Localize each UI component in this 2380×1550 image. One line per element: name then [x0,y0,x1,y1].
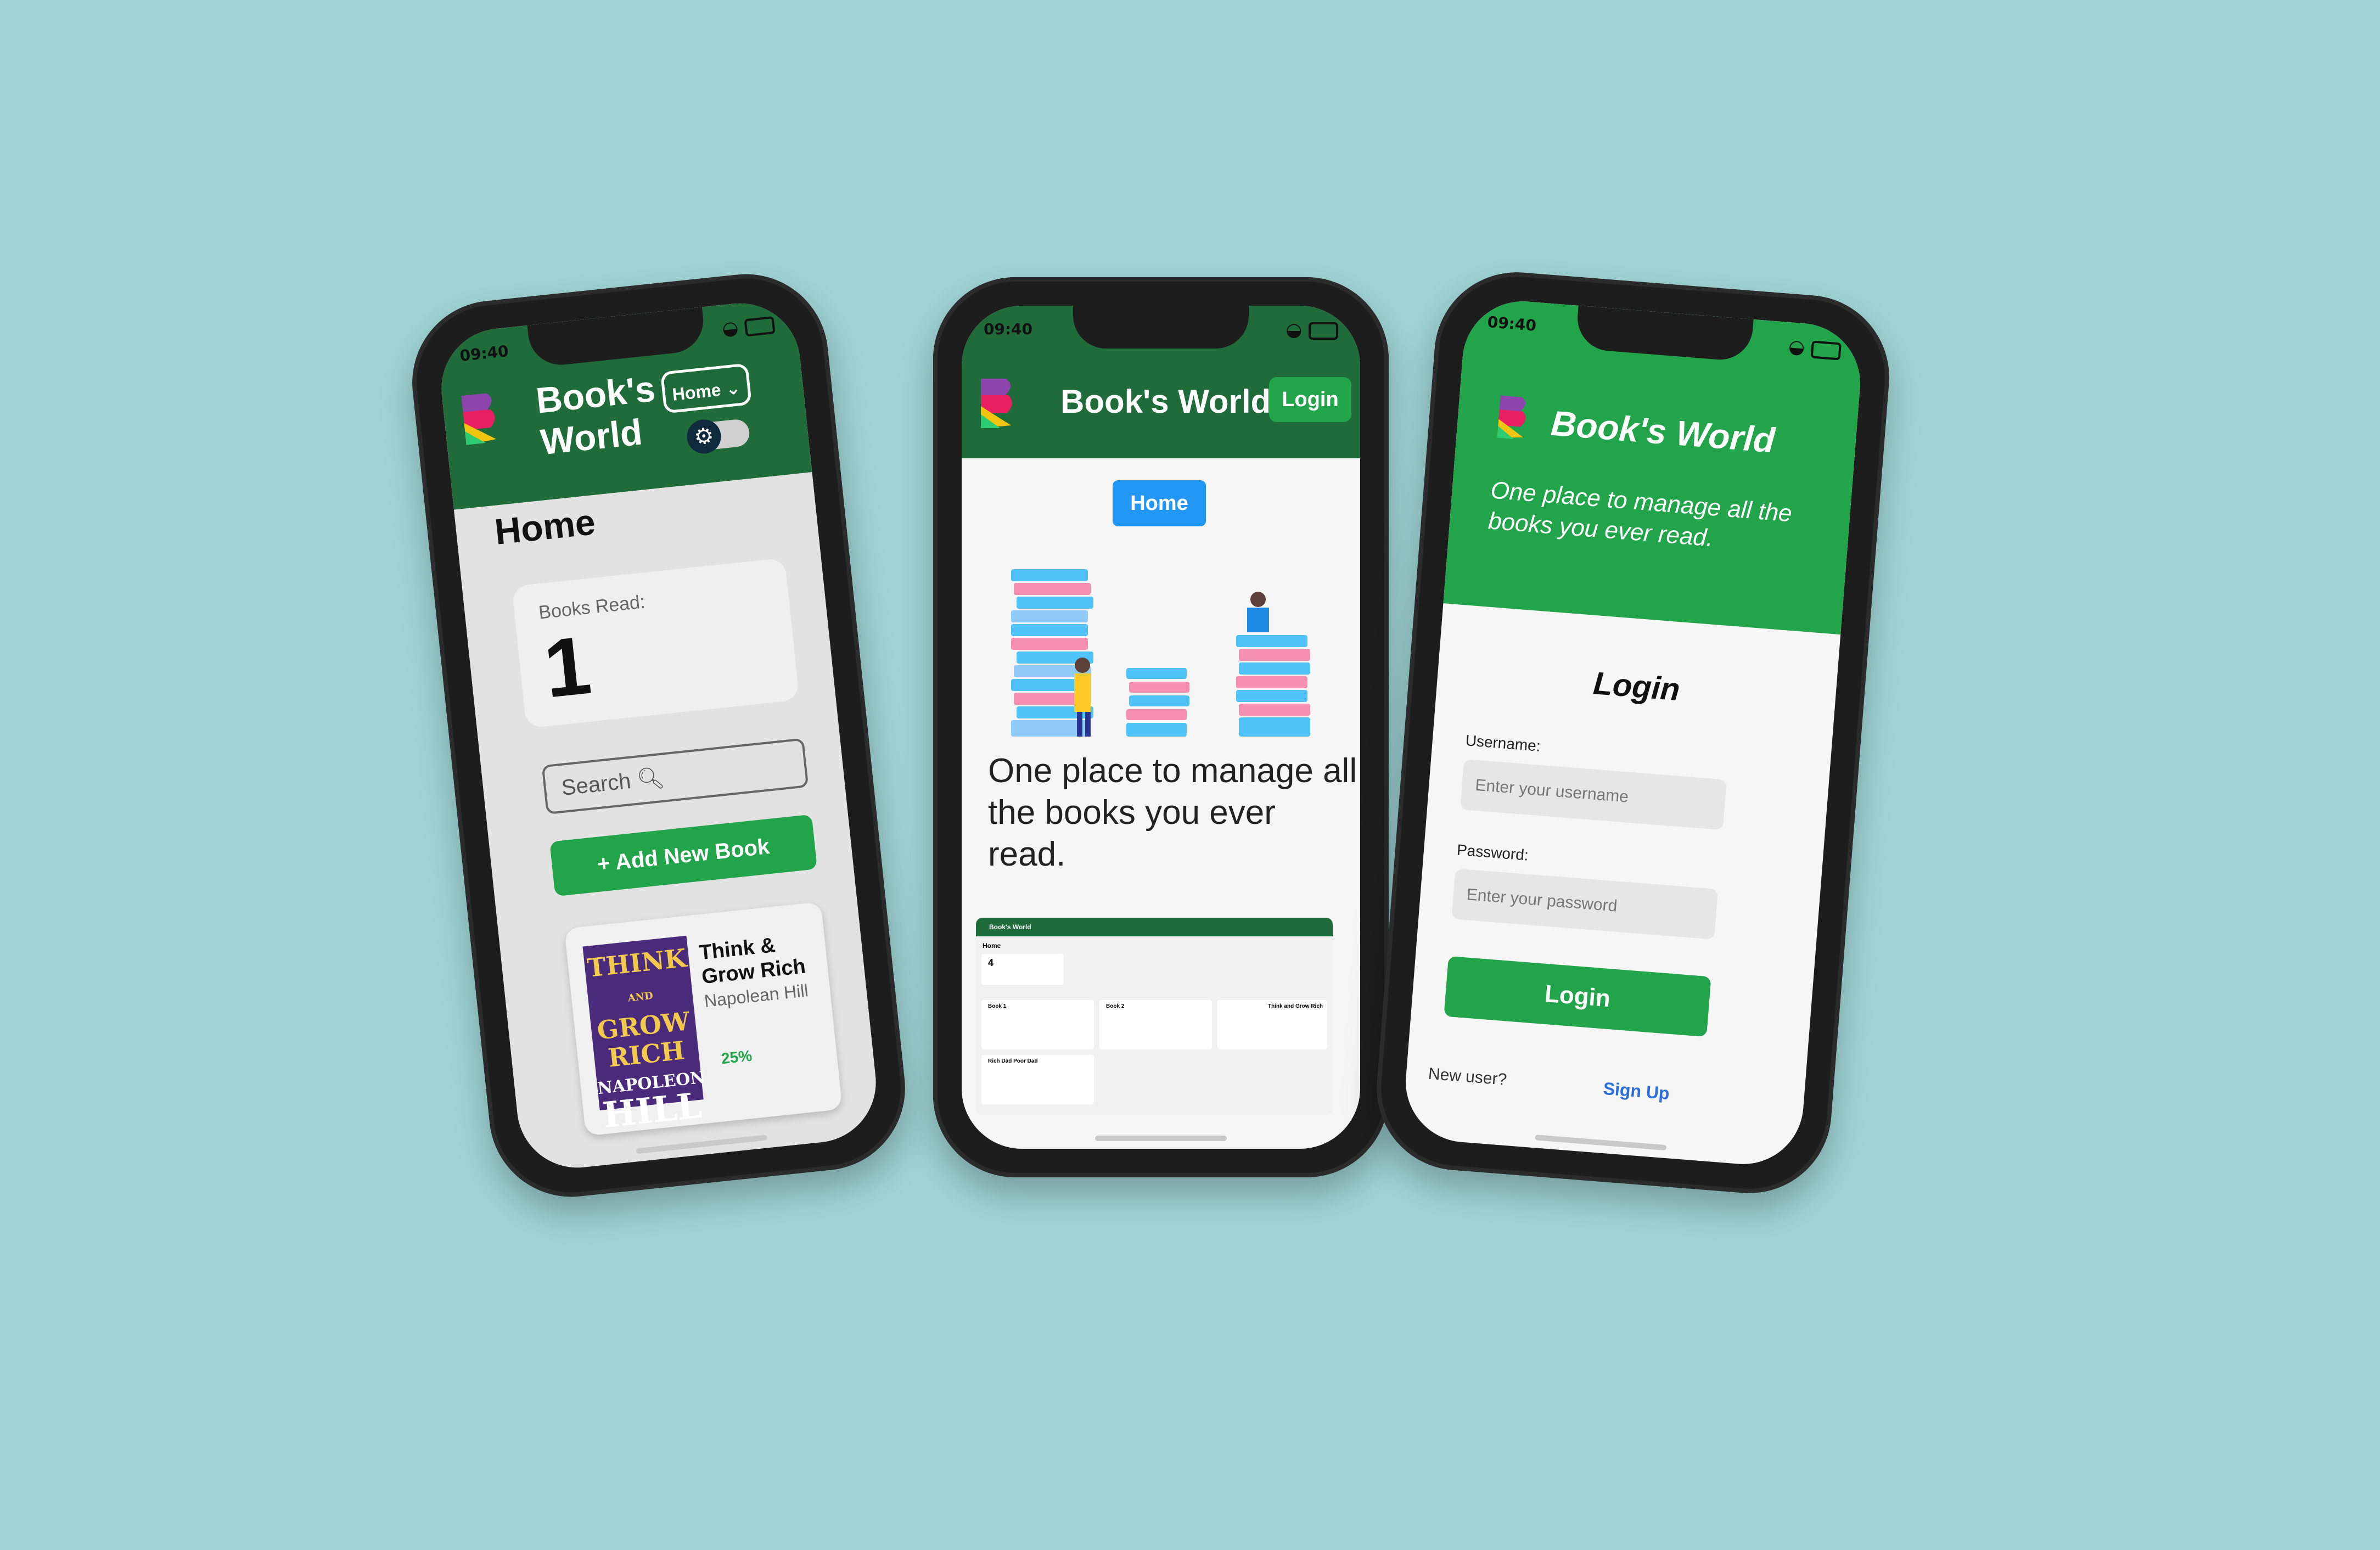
landing-tagline: One place to manage all the books you ev… [988,752,1357,873]
password-input[interactable]: Enter your password [1451,868,1719,940]
header-login-button[interactable]: Login [1269,377,1351,422]
login-button[interactable]: Login [1444,956,1711,1037]
home-indicator [1095,1136,1227,1141]
chevron-down-icon: ⌄ [725,378,742,399]
preview-count: 4 [981,954,1064,985]
section-heading: Get detailed analysis [987,1143,1303,1149]
username-label: Username: [1464,732,1541,755]
nav-dropdown-label: Home [671,379,722,405]
cover-line-1: THINK [586,943,688,983]
sign-up-link[interactable]: Sign Up [1603,1079,1670,1104]
battery-icon [1309,322,1338,340]
books-world-logo-icon [461,393,496,445]
status-time: 09:40 [459,341,510,365]
dashboard-preview-image: Book's World Home 4 Book 1 Book 2 Think … [976,918,1333,1115]
status-time: 09:40 [984,320,1033,338]
password-label: Password: [1456,841,1529,864]
login-form-title: Login [1592,665,1681,708]
preview-book-card: Book 1 [981,1000,1094,1049]
nav-dropdown[interactable]: Home ⌄ [660,363,752,414]
books-world-logo-icon [1497,395,1526,439]
brand-title: Book's World [534,367,661,463]
screen: 09:40 ◒ Book's World One place to manage… [1401,296,1865,1169]
wifi-icon: ◒ [1788,335,1842,361]
new-user-text: New user? [1427,1064,1508,1089]
home-indicator [1535,1135,1667,1151]
book-title: Think & Grow Rich [698,934,807,989]
phone-home-dashboard: 09:40 ◒ Book's World Home ⌄ ⚙ Home Books… [404,266,913,1205]
preview-header: Book's World [976,918,1333,936]
book-progress: 25% [720,1047,753,1068]
status-time: 09:40 [1486,312,1537,335]
home-button[interactable]: Home [1113,480,1206,526]
books-world-logo-icon [981,379,1012,428]
cover-and: AND [627,990,654,1004]
phone-login-page: 09:40 ◒ Book's World One place to manage… [1370,266,1896,1200]
screen: 09:40 ◒ Book's World Home ⌄ ⚙ Home Books… [435,297,882,1174]
preview-book-card: Think and Grow Rich [1217,1000,1327,1049]
wifi-icon: ◒ [1286,319,1338,341]
preview-book-card: Book 2 [1099,1000,1212,1049]
username-input[interactable]: Enter your username [1460,759,1727,830]
login-tagline: One place to manage all the books you ev… [1487,476,1793,552]
books-read-card: Books Read: 1 [512,558,800,729]
search-icon: 🔍︎ [635,765,666,793]
cover-author-2: HILL [600,1085,704,1137]
book-card[interactable]: THINK AND GROW RICH NAPOLEON HILL Think & G… [564,901,843,1136]
books-read-label: Books Read: [537,591,647,624]
battery-icon [744,316,776,336]
book-cover-image: THINK AND GROW RICH NAPOLEON HILL [582,935,706,1136]
preview-book-card: Rich Dad Poor Dad [981,1055,1094,1104]
phone-landing-page: 09:40 ◒ Book's World Login Home One plac… [933,277,1389,1177]
search-placeholder: Search [560,768,632,800]
status-bar: 09:40 ◒ [962,313,1360,341]
books-read-value: 1 [540,618,595,715]
theme-toggle[interactable]: ⚙ [685,418,751,456]
brand-title: Book's World [1060,383,1271,420]
preview-page-title: Home [983,942,1001,950]
screen: 09:40 ◒ Book's World Login Home One plac… [962,306,1360,1149]
reading-illustration-image [1011,569,1310,737]
gear-icon: ⚙ [685,418,723,456]
brand-title: Book's World [1550,403,1777,460]
battery-icon [1810,340,1842,361]
